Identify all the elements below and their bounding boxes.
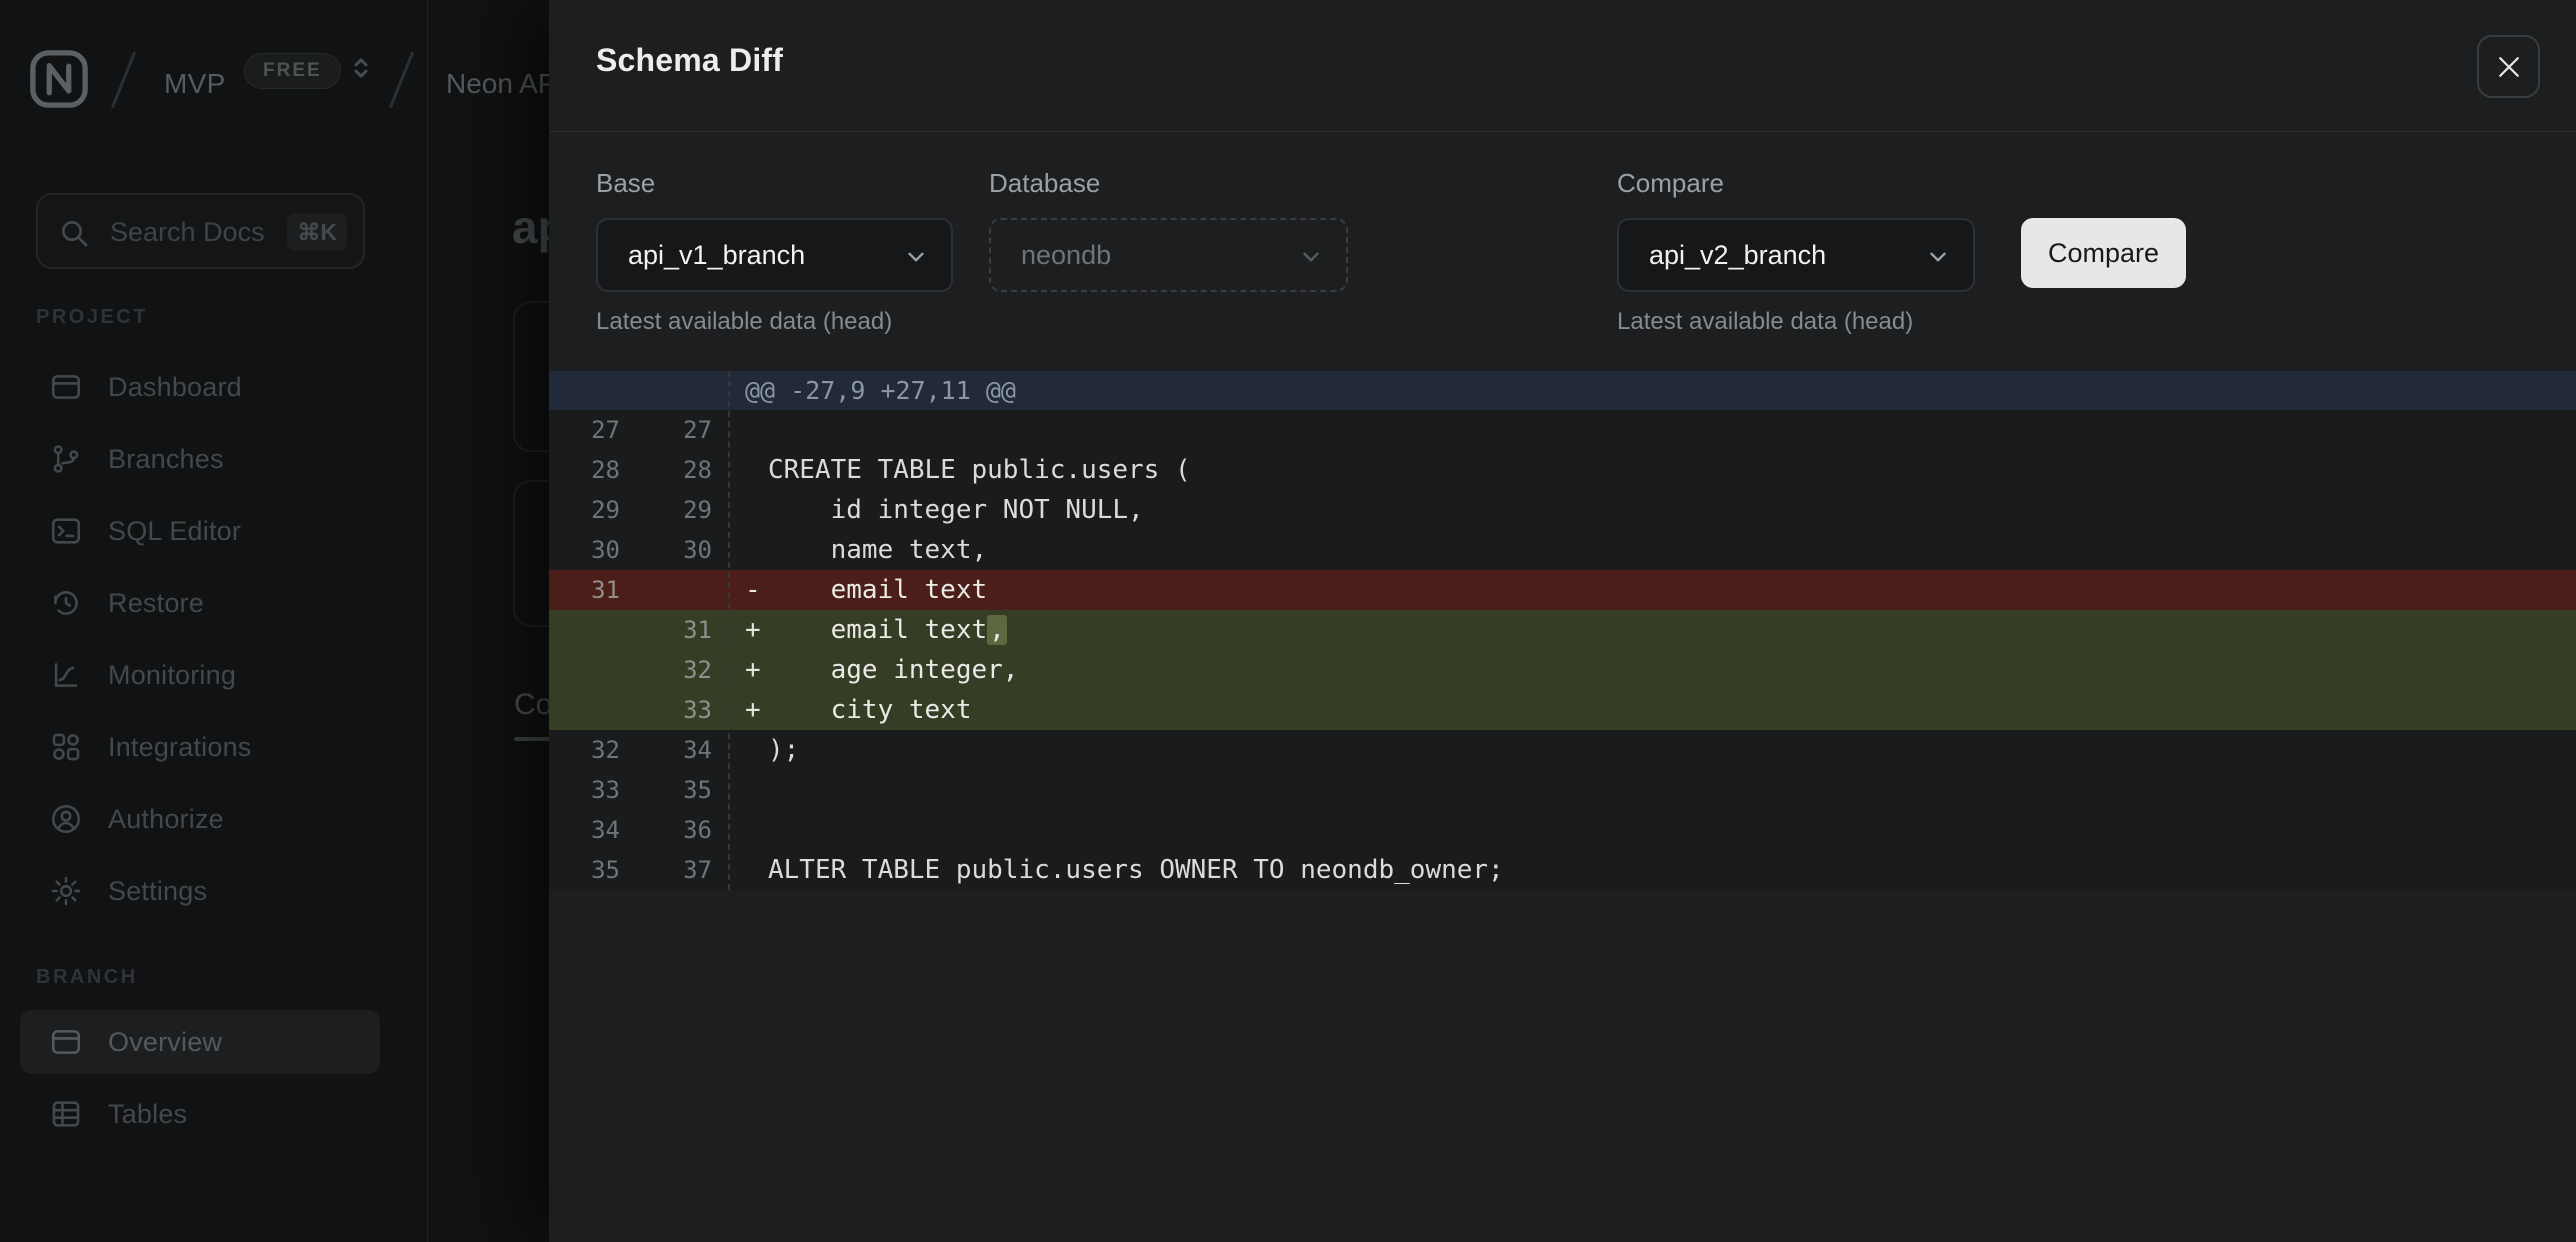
diff-gutter-divider <box>728 371 730 890</box>
diff-hunk-text: @@ -27,9 +27,11 @@ <box>745 371 1016 410</box>
diff-row-added: 32 + age integer, <box>549 650 2576 690</box>
old-line-number: 34 <box>549 810 620 850</box>
chevron-down-icon <box>903 244 929 270</box>
database-label: Database <box>989 168 1100 199</box>
diff-marker: + <box>745 650 761 690</box>
base-branch-value: api_v1_branch <box>628 240 805 271</box>
base-branch-select[interactable]: api_v1_branch <box>596 218 953 292</box>
diff-row-context: 27 27 <box>549 410 2576 450</box>
diff-row-context: 33 35 <box>549 770 2576 810</box>
modal-title: Schema Diff <box>596 42 783 79</box>
close-icon <box>2494 52 2524 82</box>
old-line-number: 27 <box>549 410 620 450</box>
diff-row-context: 28 28 CREATE TABLE public.users ( <box>549 450 2576 490</box>
database-value: neondb <box>1021 240 1111 271</box>
old-line-number: 30 <box>549 530 620 570</box>
new-line-number: 30 <box>640 530 712 570</box>
app-underlay: MVP FREE Neon AP Search Docs ⌘K PROJECT … <box>0 0 549 1242</box>
compare-button[interactable]: Compare <box>2021 218 2186 288</box>
database-select[interactable]: neondb <box>989 218 1348 292</box>
diff-row-added: 33 + city text <box>549 690 2576 730</box>
new-line-number: 36 <box>640 810 712 850</box>
diff-marker: - <box>745 570 761 610</box>
word-diff-highlight: , <box>987 615 1007 645</box>
new-line-number: 37 <box>640 850 712 890</box>
new-line-number: 27 <box>640 410 712 450</box>
diff-hunk-header: @@ -27,9 +27,11 @@ <box>549 371 2576 410</box>
old-line-number: 29 <box>549 490 620 530</box>
old-line-number: 35 <box>549 850 620 890</box>
diff-code-text: ALTER TABLE public.users OWNER TO neondb… <box>768 850 1504 890</box>
diff-code-text: id integer NOT NULL, <box>768 490 1144 530</box>
chevron-down-icon <box>1925 244 1951 270</box>
diff-code-text: age integer, <box>768 650 1018 690</box>
new-line-number: 29 <box>640 490 712 530</box>
old-line-number: 33 <box>549 770 620 810</box>
diff-row-context: 30 30 name text, <box>549 530 2576 570</box>
schema-diff-modal: Schema Diff Base Database Compare api_v1… <box>549 0 2576 1242</box>
diff-code-text: name text, <box>768 530 987 570</box>
diff-code-text: city text <box>768 690 972 730</box>
chevron-down-icon <box>1298 244 1324 270</box>
old-line-number: 31 <box>549 570 620 610</box>
new-line-number: 35 <box>640 770 712 810</box>
new-line-number: 31 <box>640 610 712 650</box>
diff-code-text: CREATE TABLE public.users ( <box>768 450 1191 490</box>
diff-code-text: email text, <box>768 610 1007 650</box>
new-line-number: 34 <box>640 730 712 770</box>
diff-code-text: email text <box>768 570 987 610</box>
app-root: MVP FREE Neon AP Search Docs ⌘K PROJECT … <box>0 0 2576 1242</box>
diff-row-removed: 31 - email text <box>549 570 2576 610</box>
modal-backdrop[interactable] <box>0 0 549 1242</box>
diff-row-context: 29 29 id integer NOT NULL, <box>549 490 2576 530</box>
diff-marker: + <box>745 610 761 650</box>
base-label: Base <box>596 168 655 199</box>
compare-label: Compare <box>1617 168 1724 199</box>
diff-row-context: 35 37 ALTER TABLE public.users OWNER TO ne… <box>549 850 2576 890</box>
schema-diff-viewer: @@ -27,9 +27,11 @@27272828CREATE TABLE p… <box>549 371 2576 890</box>
modal-header-divider <box>549 131 2576 132</box>
base-caption: Latest available data (head) <box>596 308 892 336</box>
diff-code-text: ); <box>768 730 799 770</box>
new-line-number: 28 <box>640 450 712 490</box>
old-line-number: 32 <box>549 730 620 770</box>
compare-caption: Latest available data (head) <box>1617 308 1913 336</box>
new-line-number: 32 <box>640 650 712 690</box>
diff-row-added: 31 + email text, <box>549 610 2576 650</box>
old-line-number: 28 <box>549 450 620 490</box>
diff-row-context: 34 36 <box>549 810 2576 850</box>
diff-row-context: 32 34); <box>549 730 2576 770</box>
compare-branch-value: api_v2_branch <box>1649 240 1826 271</box>
compare-branch-select[interactable]: api_v2_branch <box>1617 218 1975 292</box>
new-line-number: 33 <box>640 690 712 730</box>
close-button[interactable] <box>2477 35 2540 98</box>
diff-marker: + <box>745 690 761 730</box>
